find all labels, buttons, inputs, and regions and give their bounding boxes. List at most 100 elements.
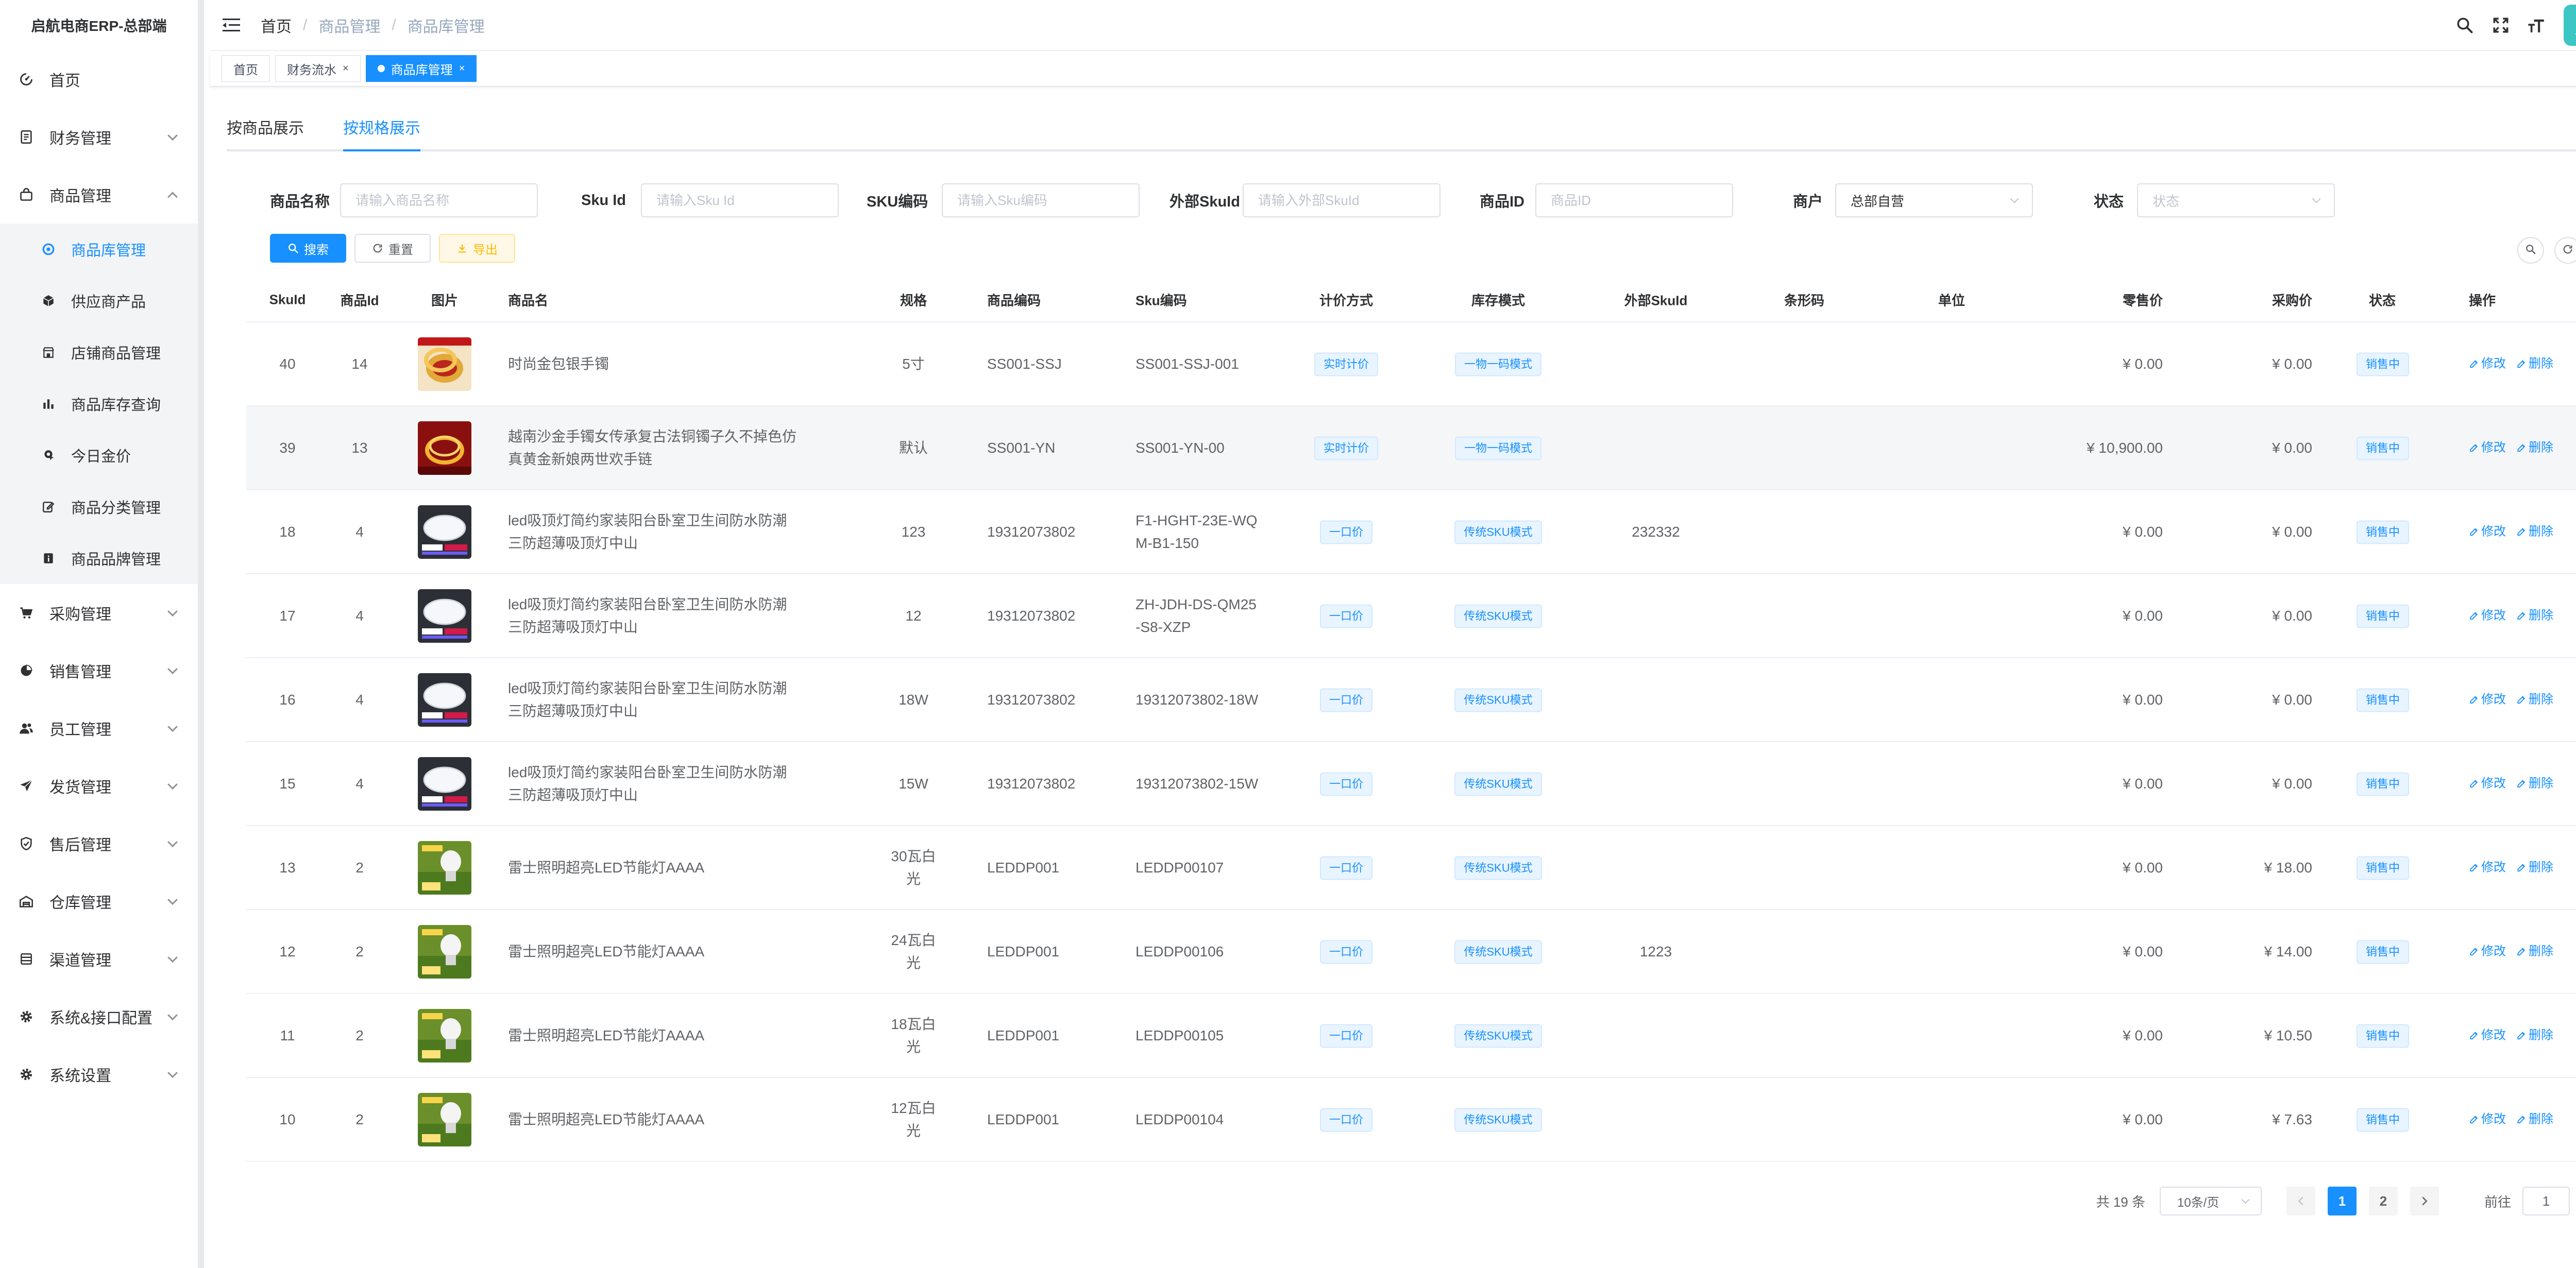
product-thumbnail[interactable] (418, 924, 471, 979)
prev-page-button[interactable] (2286, 1187, 2315, 1215)
product-thumbnail[interactable] (418, 337, 471, 391)
page-size-select[interactable]: 10条/页 (2159, 1187, 2262, 1215)
sidebar-subitem-3[interactable]: 商品库存查询 (0, 378, 198, 430)
tag-product-library[interactable]: 商品库管理 × (365, 55, 477, 82)
edit-button[interactable]: 修改 (2469, 1108, 2506, 1130)
hamburger-menu-icon[interactable] (223, 18, 240, 33)
breadcrumb-goods: 商品管理 (318, 19, 381, 36)
cell-status: 销售中 (2357, 688, 2410, 712)
tag-close-icon[interactable]: × (343, 63, 349, 75)
table-row[interactable]: 16 4 led吸顶灯简约家装阳台卧室卫生间防水防潮三防超薄吸顶灯中山 18W 1931… (246, 658, 2576, 742)
export-button[interactable]: 导出 (439, 234, 515, 263)
cell-pricing-mode: 一口价 (1297, 855, 1395, 880)
delete-button[interactable]: 删除 (2516, 604, 2553, 627)
tag-home[interactable]: 首页 (222, 55, 270, 82)
sidebar-subitem-label: 供应商产品 (71, 294, 146, 311)
cell-image (416, 1092, 473, 1146)
sidebar-item-9[interactable]: 渠道管理 (0, 930, 198, 988)
sidebar-item-11[interactable]: 系统设置 (0, 1046, 198, 1103)
product-thumbnail[interactable] (418, 1008, 471, 1063)
product-thumbnail[interactable] (418, 421, 471, 475)
sidebar-item-5[interactable]: 员工管理 (0, 699, 198, 757)
delete-icon (2516, 1114, 2529, 1124)
external-sku-input[interactable] (1243, 183, 1440, 217)
filter-label-external-sku: 外部SkuId (1170, 194, 1240, 210)
table-row[interactable]: 17 4 led吸顶灯简约家装阳台卧室卫生间防水防潮三防超薄吸顶灯中山 12 19312… (246, 574, 2576, 658)
table-row[interactable]: 18 4 led吸顶灯简约家装阳台卧室卫生间防水防潮三防超薄吸顶灯中山 123 1931… (246, 490, 2576, 574)
reset-button[interactable]: 重置 (354, 234, 431, 263)
search-button[interactable]: 搜索 (270, 234, 346, 263)
cell-image (416, 757, 473, 811)
sidebar-subitem-0[interactable]: 商品库管理 (0, 224, 198, 275)
delete-button[interactable]: 删除 (2516, 772, 2553, 795)
product-thumbnail[interactable] (418, 757, 471, 811)
edit-button[interactable]: 修改 (2469, 1024, 2506, 1047)
sku-id-input[interactable] (641, 183, 839, 217)
tab-by-spec[interactable]: 按规格展示 (343, 115, 420, 151)
delete-button[interactable]: 删除 (2516, 940, 2553, 963)
tag-finance-flow[interactable]: 财务流水 × (275, 55, 361, 82)
table-row[interactable]: 10 2 雷士照明超亮LED节能灯AAAA 12瓦白光 LEDDP001 LEDDP001… (246, 1078, 2576, 1162)
next-page-button[interactable] (2410, 1187, 2439, 1215)
tag-close-icon[interactable]: × (459, 63, 465, 75)
table-row[interactable]: 13 2 雷士照明超亮LED节能灯AAAA 30瓦白光 LEDDP001 LEDDP001… (246, 826, 2576, 910)
search-icon[interactable] (2453, 14, 2476, 37)
sidebar-subitem-4[interactable]: 今日金价 (0, 430, 198, 481)
sidebar-subitem-6[interactable]: 商品品牌管理 (0, 533, 198, 584)
product-thumbnail[interactable] (418, 673, 471, 727)
sidebar-subitem-1[interactable]: 供应商产品 (0, 275, 198, 327)
edit-button[interactable]: 修改 (2469, 856, 2506, 879)
fullscreen-icon[interactable] (2489, 14, 2512, 37)
table-row[interactable]: 40 14 时尚金包银手镯 5寸 SS001-SSJ SS001-SSJ-001 实时计价 一… (246, 322, 2576, 406)
sidebar-item-0[interactable]: 首页 (0, 50, 198, 108)
sidebar-subitem-2[interactable]: 店铺商品管理 (0, 327, 198, 378)
sidebar-item-6[interactable]: 发货管理 (0, 757, 198, 815)
edit-button[interactable]: 修改 (2469, 352, 2506, 375)
page-2-button[interactable]: 2 (2368, 1187, 2398, 1215)
edit-button[interactable]: 修改 (2469, 772, 2506, 795)
user-avatar[interactable] (2564, 5, 2576, 46)
tab-by-product[interactable]: 按商品展示 (227, 115, 304, 149)
delete-button[interactable]: 删除 (2516, 1024, 2553, 1047)
cell-product-code: 19312073802 (987, 523, 1076, 540)
edit-button[interactable]: 修改 (2469, 604, 2506, 627)
product-thumbnail[interactable] (418, 1092, 471, 1146)
breadcrumb-home[interactable]: 首页 (261, 14, 292, 37)
sidebar-subitem-5[interactable]: 商品分类管理 (0, 481, 198, 533)
edit-button[interactable]: 修改 (2469, 436, 2506, 459)
status-select[interactable]: 状态 (2137, 183, 2335, 217)
table-row[interactable]: 15 4 led吸顶灯简约家装阳台卧室卫生间防水防潮三防超薄吸顶灯中山 15W 1931… (246, 742, 2576, 826)
delete-button[interactable]: 删除 (2516, 352, 2553, 375)
delete-button[interactable]: 删除 (2516, 520, 2553, 543)
sidebar-item-2[interactable]: 商品管理 (0, 166, 198, 224)
delete-button[interactable]: 删除 (2516, 688, 2553, 711)
edit-icon (2469, 778, 2481, 789)
sidebar-item-4[interactable]: 销售管理 (0, 642, 198, 699)
delete-button[interactable]: 删除 (2516, 856, 2553, 879)
product-thumbnail[interactable] (418, 841, 471, 895)
toggle-search-button[interactable] (2517, 237, 2544, 264)
sidebar-item-7[interactable]: 售后管理 (0, 815, 198, 872)
delete-button[interactable]: 删除 (2516, 436, 2553, 459)
merchant-select[interactable]: 总部自营 (1835, 183, 2033, 217)
table-row[interactable]: 11 2 雷士照明超亮LED节能灯AAAA 18瓦白光 LEDDP001 LEDDP001… (246, 994, 2576, 1078)
refresh-table-button[interactable] (2554, 237, 2576, 264)
edit-button[interactable]: 修改 (2469, 688, 2506, 711)
page-1-button[interactable]: 1 (2327, 1187, 2357, 1215)
table-row[interactable]: 39 13 越南沙金手镯女传承复古法铜镯子久不掉色仿真黄金新娘两世欢手链 默认 SS00… (246, 406, 2576, 490)
sidebar-item-10[interactable]: 系统&接口配置 (0, 988, 198, 1046)
edit-button[interactable]: 修改 (2469, 940, 2506, 963)
product-thumbnail[interactable] (418, 505, 471, 559)
sidebar-item-3[interactable]: 采购管理 (0, 584, 198, 642)
edit-button[interactable]: 修改 (2469, 520, 2506, 543)
table-row[interactable]: 12 2 雷士照明超亮LED节能灯AAAA 24瓦白光 LEDDP001 LEDDP001… (246, 910, 2576, 994)
sidebar-item-8[interactable]: 仓库管理 (0, 872, 198, 930)
product-id-input[interactable] (1535, 183, 1733, 217)
product-thumbnail[interactable] (418, 589, 471, 643)
product-name-input[interactable] (340, 183, 538, 217)
delete-button[interactable]: 删除 (2516, 1108, 2553, 1130)
sidebar-item-1[interactable]: 财务管理 (0, 108, 198, 166)
font-size-icon[interactable] (2526, 14, 2548, 37)
goto-page-input[interactable] (2522, 1187, 2570, 1215)
sku-code-input[interactable] (942, 183, 1140, 217)
